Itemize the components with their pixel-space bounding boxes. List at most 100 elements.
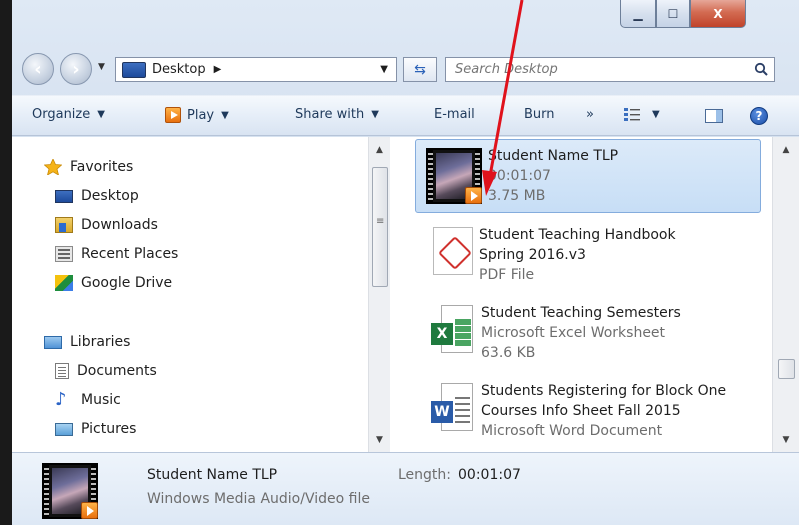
libraries-icon xyxy=(44,335,62,349)
play-button[interactable]: Play ▼ xyxy=(165,107,229,123)
file-item-handbook[interactable]: Student Teaching Handbook Spring 2016.v3… xyxy=(415,219,761,291)
address-bar[interactable]: Desktop ▶ ▼ xyxy=(115,57,397,82)
nav-item-google-drive[interactable]: Google Drive xyxy=(55,275,172,291)
file-name: Students Registering for Block One xyxy=(481,383,727,399)
recent-places-icon xyxy=(55,246,73,262)
video-icon xyxy=(426,148,482,204)
nav-favorites[interactable]: Favorites xyxy=(44,159,133,175)
nav-libraries[interactable]: Libraries xyxy=(44,334,130,350)
scroll-up-icon[interactable]: ▲ xyxy=(773,145,799,155)
file-list: Student Name TLP 00:01:07 3.75 MB Studen… xyxy=(412,137,772,452)
pdf-icon xyxy=(433,227,473,275)
chevron-down-icon: ▼ xyxy=(97,109,105,120)
chevron-down-icon: ▼ xyxy=(98,62,105,72)
details-length-value: 00:01:07 xyxy=(458,467,521,483)
address-location[interactable]: Desktop xyxy=(152,62,206,77)
search-icon[interactable] xyxy=(754,62,768,76)
google-drive-icon xyxy=(55,275,73,291)
more-commands-button[interactable]: » xyxy=(586,107,594,122)
caption-buttons: ▁ ☐ X xyxy=(620,0,746,30)
refresh-button[interactable]: ⇆ xyxy=(403,57,437,82)
file-name-line2: Spring 2016.v3 xyxy=(479,247,586,263)
music-note-icon: ♪ xyxy=(55,389,67,410)
desktop-icon xyxy=(55,189,73,203)
window-left-edge xyxy=(0,0,12,525)
change-view-button[interactable]: ▼ xyxy=(624,107,660,121)
word-icon: W xyxy=(431,383,475,433)
nav-item-label: Desktop xyxy=(81,188,139,204)
scroll-thumb[interactable] xyxy=(778,359,795,379)
navigation-scrollbar[interactable]: ▲ ▼ xyxy=(368,137,390,452)
file-item-semesters[interactable]: X Student Teaching Semesters Microsoft E… xyxy=(415,297,761,369)
chevron-down-icon: ▼ xyxy=(221,109,229,121)
file-list-scrollbar[interactable]: ▲ ▼ xyxy=(772,137,799,452)
file-type: Microsoft Excel Worksheet xyxy=(481,325,666,341)
breadcrumb-arrow-icon[interactable]: ▶ xyxy=(214,64,222,75)
views-icon xyxy=(624,108,640,121)
nav-favorites-label: Favorites xyxy=(70,159,134,175)
file-duration: 00:01:07 xyxy=(488,168,551,184)
file-item-student-name-tlp[interactable]: Student Name TLP 00:01:07 3.75 MB xyxy=(415,139,761,213)
arrow-right-icon: › xyxy=(72,58,80,80)
nav-item-label: Pictures xyxy=(81,421,137,437)
play-overlay-icon xyxy=(465,187,482,204)
file-name: Student Name TLP xyxy=(488,148,619,164)
maximize-icon: ☐ xyxy=(667,6,679,21)
nav-item-label: Downloads xyxy=(81,217,158,233)
refresh-icon: ⇆ xyxy=(414,61,426,78)
nav-item-label: Music xyxy=(81,392,121,408)
nav-item-label: Google Drive xyxy=(81,275,173,291)
excel-icon: X xyxy=(431,305,475,355)
nav-item-downloads[interactable]: Downloads xyxy=(55,217,158,233)
organize-button[interactable]: Organize ▼ xyxy=(32,107,105,122)
file-size: 63.6 KB xyxy=(481,345,536,361)
share-with-button[interactable]: Share with ▼ xyxy=(295,107,379,122)
chevron-down-icon: ▼ xyxy=(371,109,379,120)
preview-pane-icon[interactable] xyxy=(705,109,723,123)
explorer-window: ▁ ☐ X ‹ › ▼ Desktop ▶ ▼ ⇆ Organize ▼ Play… xyxy=(0,0,799,525)
file-name: Student Teaching Handbook xyxy=(479,227,676,243)
recent-pages-dropdown[interactable]: ▼ xyxy=(98,62,105,72)
nav-item-desktop[interactable]: Desktop xyxy=(55,188,139,204)
star-icon xyxy=(44,159,62,175)
help-icon[interactable]: ? xyxy=(750,107,768,125)
arrow-left-icon: ‹ xyxy=(34,58,42,80)
nav-item-recent-places[interactable]: Recent Places xyxy=(55,246,178,262)
desktop-icon xyxy=(122,61,146,78)
search-box[interactable] xyxy=(445,57,775,82)
nav-item-documents[interactable]: Documents xyxy=(55,363,157,379)
nav-item-label: Documents xyxy=(77,363,157,379)
back-button[interactable]: ‹ xyxy=(22,53,54,85)
pane-divider xyxy=(390,137,412,452)
command-bar: Organize ▼ Play ▼ Share with ▼ E-mail Burn … xyxy=(12,95,799,136)
scroll-down-icon[interactable]: ▼ xyxy=(773,435,799,445)
play-overlay-icon xyxy=(81,502,98,519)
file-item-block-one[interactable]: W Students Registering for Block One Cou… xyxy=(415,375,761,447)
maximize-button[interactable]: ☐ xyxy=(656,0,690,28)
burn-button[interactable]: Burn xyxy=(524,107,555,122)
chevron-down-icon: ▼ xyxy=(652,108,660,120)
details-pane: Student Name TLP Windows Media Audio/Vid… xyxy=(12,452,799,525)
scroll-down-icon[interactable]: ▼ xyxy=(369,435,390,445)
minimize-icon: ▁ xyxy=(633,6,643,21)
forward-button[interactable]: › xyxy=(60,53,92,85)
pictures-icon xyxy=(55,422,73,436)
nav-item-pictures[interactable]: Pictures xyxy=(55,421,136,437)
minimize-button[interactable]: ▁ xyxy=(620,0,656,28)
email-button[interactable]: E-mail xyxy=(434,107,475,122)
email-label: E-mail xyxy=(434,107,475,122)
close-button[interactable]: X xyxy=(690,0,746,28)
scroll-up-icon[interactable]: ▲ xyxy=(369,145,390,155)
search-input[interactable] xyxy=(455,62,735,77)
scroll-thumb[interactable] xyxy=(372,167,388,287)
navigation-pane: Favorites Desktop Downloads Recent Place… xyxy=(12,137,368,452)
details-length-label: Length: xyxy=(398,467,452,483)
play-label: Play xyxy=(187,107,215,123)
more-label: » xyxy=(586,107,594,122)
play-icon xyxy=(165,107,181,123)
close-icon: X xyxy=(713,6,723,21)
nav-item-music[interactable]: ♪ Music xyxy=(55,389,121,410)
burn-label: Burn xyxy=(524,107,555,122)
address-dropdown-icon[interactable]: ▼ xyxy=(380,64,388,75)
file-name-line2: Courses Info Sheet Fall 2015 xyxy=(481,403,681,419)
